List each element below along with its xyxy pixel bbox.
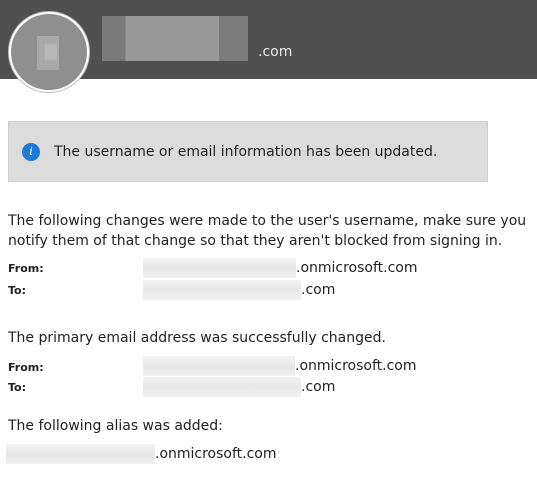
- email-from-redaction: [143, 356, 295, 376]
- email-from-domain: .onmicrosoft.com: [295, 358, 417, 374]
- email-from-label: From:: [8, 361, 44, 374]
- username-change-text-line2: notify them of that change so that they …: [8, 233, 503, 249]
- username-to-domain: .com: [301, 282, 336, 298]
- page: .com i The username or email information…: [0, 0, 537, 477]
- alias-redaction: [6, 444, 155, 464]
- header-domain: .com: [258, 44, 293, 60]
- banner-message: The username or email information has be…: [54, 144, 438, 160]
- email-to-redaction: [143, 377, 301, 397]
- header-bar: .com: [0, 0, 537, 92]
- username-from-redaction: [143, 258, 296, 278]
- alias-added-text: The following alias was added:: [8, 418, 223, 434]
- avatar-redaction-inner: [45, 44, 57, 60]
- username-from-label: From:: [8, 262, 44, 275]
- email-to-domain: .com: [301, 379, 336, 395]
- email-change-text: The primary email address was successful…: [8, 330, 386, 346]
- header-name-redaction: [102, 16, 248, 61]
- username-to-redaction: [143, 280, 301, 300]
- username-to-label: To:: [8, 284, 26, 297]
- avatar: [9, 12, 89, 92]
- info-banner: i The username or email information has …: [8, 121, 488, 182]
- info-icon: i: [22, 143, 40, 161]
- username-change-text-line1: The following changes were made to the u…: [8, 213, 527, 229]
- alias-domain: .onmicrosoft.com: [155, 446, 277, 462]
- username-from-domain: .onmicrosoft.com: [296, 260, 418, 276]
- email-to-label: To:: [8, 381, 26, 394]
